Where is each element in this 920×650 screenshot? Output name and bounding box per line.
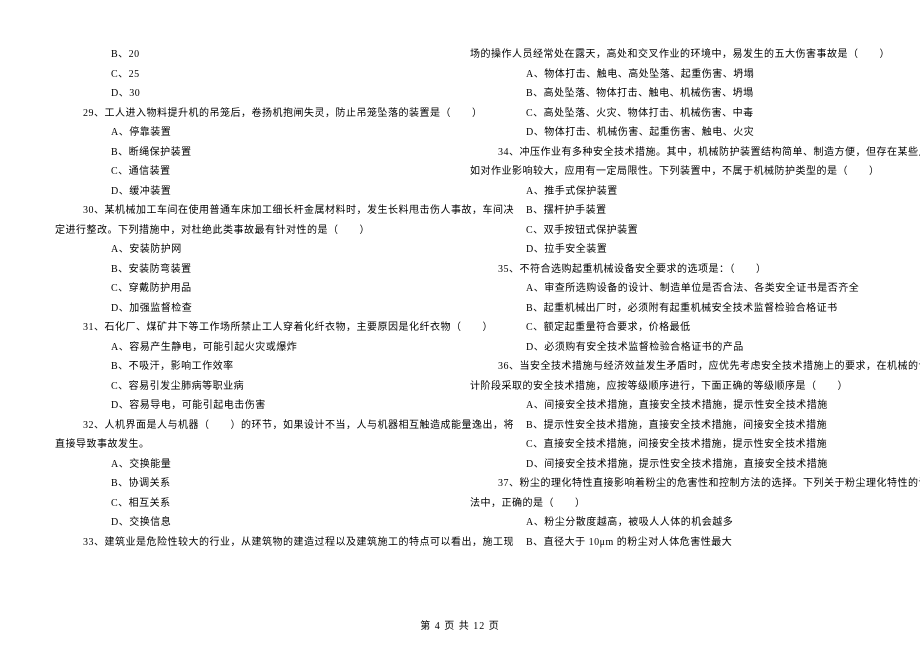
text-line: 37、粉尘的理化特性直接影响着粉尘的危害性和控制方法的选择。下列关于粉尘理化特性…: [470, 474, 865, 494]
text-line: C、通信装置: [55, 162, 450, 182]
text-line: B、高处坠落、物体打击、触电、机械伤害、坍塌: [470, 84, 865, 104]
text-line: D、物体打击、机械伤害、起重伤害、触电、火灾: [470, 123, 865, 143]
text-line: B、不吸汗，影响工作效率: [55, 357, 450, 377]
text-line: B、安装防弯装置: [55, 260, 450, 280]
text-line: C、双手按钮式保护装置: [470, 221, 865, 241]
text-line: B、提示性安全技术措施，直接安全技术措施，间接安全技术措施: [470, 416, 865, 436]
text-line: B、协调关系: [55, 474, 450, 494]
text-line: 30、某机械加工车间在使用普通车床加工细长杆金属材料时，发生长料甩击伤人事故，车…: [55, 201, 450, 221]
text-line: D、交换信息: [55, 513, 450, 533]
text-line: A、容易产生静电，可能引起火灾或爆炸: [55, 338, 450, 358]
text-line: 场的操作人员经常处在露天，高处和交叉作业的环境中，易发生的五大伤害事故是（ ）: [470, 45, 865, 65]
text-line: C、额定起重量符合要求，价格最低: [470, 318, 865, 338]
text-line: A、停靠装置: [55, 123, 450, 143]
page-footer: 第 4 页 共 12 页: [0, 617, 920, 632]
text-line: A、推手式保护装置: [470, 182, 865, 202]
page-body: B、20C、25D、3029、工人进入物料提升机的吊笼后，卷扬机抱闸失灵，防止吊…: [0, 0, 920, 610]
text-line: A、安装防护网: [55, 240, 450, 260]
text-line: B、20: [55, 45, 450, 65]
text-line: 如对作业影响较大，应用有一定局限性。下列装置中，不属于机械防护类型的是（ ）: [470, 162, 865, 182]
text-line: 计阶段采取的安全技术措施，应按等级顺序进行，下面正确的等级顺序是（ ）: [470, 377, 865, 397]
text-line: D、30: [55, 84, 450, 104]
left-column: B、20C、25D、3029、工人进入物料提升机的吊笼后，卷扬机抱闸失灵，防止吊…: [45, 45, 460, 580]
text-line: 33、建筑业是危险性较大的行业，从建筑物的建造过程以及建筑施工的特点可以看出，施…: [55, 533, 450, 553]
text-line: D、容易导电，可能引起电击伤害: [55, 396, 450, 416]
right-column: 场的操作人员经常处在露天，高处和交叉作业的环境中，易发生的五大伤害事故是（ ）A…: [460, 45, 875, 580]
text-line: 34、冲压作业有多种安全技术措施。其中，机械防护装置结构简单、制造方便，但存在某…: [470, 143, 865, 163]
text-line: D、加强监督检查: [55, 299, 450, 319]
text-line: C、穿戴防护用品: [55, 279, 450, 299]
text-line: 法中，正确的是（ ）: [470, 494, 865, 514]
text-line: A、物体打击、触电、高处坠落、起重伤害、坍塌: [470, 65, 865, 85]
text-line: B、断绳保护装置: [55, 143, 450, 163]
text-line: C、相互关系: [55, 494, 450, 514]
text-line: A、粉尘分散度越高，被吸人人体的机会越多: [470, 513, 865, 533]
text-line: D、间接安全技术措施，提示性安全技术措施，直接安全技术措施: [470, 455, 865, 475]
text-line: 定进行整改。下列措施中，对杜绝此类事故最有针对性的是（ ）: [55, 221, 450, 241]
text-line: C、容易引发尘肺病等职业病: [55, 377, 450, 397]
text-line: C、直接安全技术措施，间接安全技术措施，提示性安全技术措施: [470, 435, 865, 455]
text-line: C、25: [55, 65, 450, 85]
text-line: A、交换能量: [55, 455, 450, 475]
text-line: A、间接安全技术措施，直接安全技术措施，提示性安全技术措施: [470, 396, 865, 416]
text-line: A、审查所选购设备的设计、制造单位是否合法、各类安全证书是否齐全: [470, 279, 865, 299]
text-line: 29、工人进入物料提升机的吊笼后，卷扬机抱闸失灵，防止吊笼坠落的装置是（ ）: [55, 104, 450, 124]
text-line: B、直径大于 10μm 的粉尘对人体危害性最大: [470, 533, 865, 553]
text-line: B、起重机械出厂时，必须附有起重机械安全技术监督检验合格证书: [470, 299, 865, 319]
text-line: D、拉手安全装置: [470, 240, 865, 260]
text-line: 36、当安全技术措施与经济效益发生矛盾时，应优先考虑安全技术措施上的要求，在机械…: [470, 357, 865, 377]
text-line: 35、不符合选购起重机械设备安全要求的选项是：（ ）: [470, 260, 865, 280]
text-line: D、缓冲装置: [55, 182, 450, 202]
text-line: C、高处坠落、火灾、物体打击、机械伤害、中毒: [470, 104, 865, 124]
text-line: 直接导致事故发生。: [55, 435, 450, 455]
text-line: D、必须购有安全技术监督检验合格证书的产品: [470, 338, 865, 358]
text-line: B、摆杆护手装置: [470, 201, 865, 221]
text-line: 31、石化厂、煤矿井下等工作场所禁止工人穿着化纤衣物，主要原因是化纤衣物（ ）: [55, 318, 450, 338]
text-line: 32、人机界面是人与机器（ ）的环节，如果设计不当，人与机器相互触造成能量逸出，…: [55, 416, 450, 436]
